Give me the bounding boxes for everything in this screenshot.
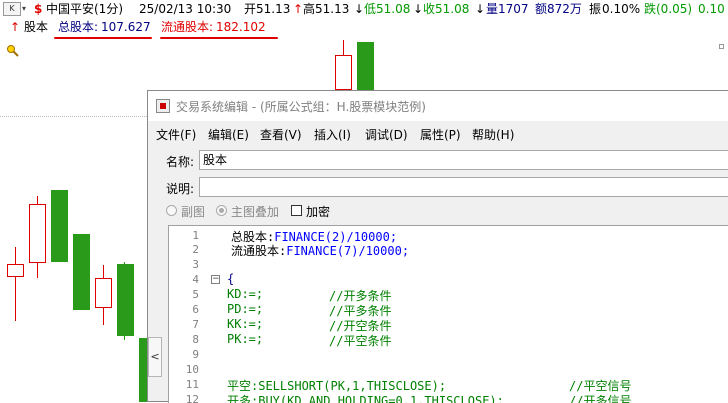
high-label: 高 — [303, 2, 316, 16]
subchart-label: 副图 — [181, 205, 206, 219]
volume-label: 量 — [486, 2, 499, 16]
quote-bar: K ▾ $ 中国平安(1分) 25/02/13 10:30 开 51.13 ↑ … — [0, 0, 728, 18]
code-line: PD:=; — [227, 302, 264, 316]
chart-marker — [719, 44, 724, 49]
code-comment: //平空条件 — [329, 334, 392, 348]
dialog-title: 交易系统编辑 - (所属公式组：H.股票模块范例) — [176, 100, 426, 114]
line-number: 6 — [192, 303, 199, 316]
indicator-bar: ↑ 股本 总股本: 107.627 流通股本: 182.102 — [0, 18, 728, 36]
candle-down — [357, 42, 374, 90]
price-guide-line — [0, 116, 147, 117]
line-number: 2 — [192, 243, 199, 256]
code-line: PK:=; — [227, 332, 264, 346]
overlay-label: 主图叠加 — [231, 205, 280, 219]
code-comment: //开多信号 — [569, 394, 632, 403]
code-line: KK:=; — [227, 317, 264, 331]
amount-label: 额 — [535, 2, 548, 16]
line-number: 4 — [192, 273, 199, 286]
close-label: 收 — [423, 2, 436, 16]
name-label: 名称: — [166, 155, 195, 169]
name-input[interactable]: 股本 — [199, 150, 728, 170]
menu-file[interactable]: 文件(F) — [156, 126, 196, 143]
low-value: 51.08 — [376, 2, 411, 16]
amplitude-label: 振 — [589, 2, 602, 16]
fold-toggle-icon[interactable]: − — [211, 275, 220, 284]
amount-value: 872万 — [547, 2, 582, 16]
candle-down — [117, 264, 134, 336]
line-number: 5 — [192, 288, 199, 301]
code-line: 开多:BUY(KD AND HOLDING=0,1,THISCLOSE); — [227, 394, 504, 403]
app-icon — [156, 99, 170, 113]
float-shares-label: 流通股本: — [161, 20, 214, 34]
title-bar[interactable]: 交易系统编辑 - (所属公式组：H.股票模块范例) — [148, 91, 728, 121]
total-shares-value: 107.627 — [101, 20, 151, 34]
up-arrow-icon: ↑ — [10, 20, 21, 34]
candle-down — [51, 190, 68, 262]
change-pct: 0.10 — [698, 2, 725, 16]
period-toggle-button[interactable]: K — [3, 2, 21, 16]
open-value: 51.13 — [256, 2, 291, 16]
volume-value: 1707 — [498, 2, 529, 16]
change-label: 跌 — [644, 2, 657, 16]
amplitude-value: 0.10% — [602, 2, 641, 16]
code-line: { — [227, 272, 235, 286]
bar-datetime: 25/02/13 10:30 — [139, 2, 232, 16]
stock-name: 中国平安(1分) — [46, 2, 123, 16]
menu-properties[interactable]: 属性(P) — [420, 126, 461, 143]
up-arrow-icon: ↑ — [293, 2, 304, 16]
line-number: 11 — [185, 378, 199, 391]
subchart-radio[interactable] — [166, 205, 177, 216]
line-number: 7 — [192, 318, 199, 331]
description-input[interactable] — [199, 177, 728, 197]
chevron-down-icon[interactable]: ▾ — [22, 0, 26, 18]
encrypt-checkbox[interactable] — [291, 205, 302, 216]
formula-editor-dialog: 交易系统编辑 - (所属公式组：H.股票模块范例) 文件(F) 编辑(E) 查看… — [147, 90, 728, 403]
down-arrow-icon: ↓ — [354, 2, 365, 16]
menu-insert[interactable]: 插入(I) — [314, 126, 351, 143]
line-number: 9 — [192, 348, 199, 361]
candle-up — [335, 55, 352, 90]
line-number: 3 — [192, 258, 199, 271]
candle-wick — [15, 247, 16, 321]
encrypt-label: 加密 — [306, 205, 331, 219]
close-value: 51.08 — [435, 2, 470, 16]
magnifier-icon[interactable] — [6, 44, 20, 58]
high-value: 51.13 — [315, 2, 350, 16]
line-number: 8 — [192, 333, 199, 346]
menu-debug[interactable]: 调试(D) — [365, 126, 408, 143]
menu-view[interactable]: 查看(V) — [260, 126, 302, 143]
annotation-underline — [160, 37, 278, 39]
candle-up — [7, 264, 24, 277]
down-arrow-icon: ↓ — [475, 2, 486, 16]
open-label: 开 — [244, 2, 257, 16]
menu-edit[interactable]: 编辑(E) — [208, 126, 249, 143]
line-number: 1 — [192, 229, 199, 242]
overlay-radio[interactable] — [216, 205, 227, 216]
menu-help[interactable]: 帮助(H) — [472, 126, 514, 143]
code-editor[interactable]: 1 总股本:FINANCE(2)/10000; 2 流通股本:FINANCE(7… — [168, 225, 728, 403]
change-value: (0.05) — [656, 2, 693, 16]
annotation-underline — [54, 37, 152, 39]
indicator-name[interactable]: 股本 — [24, 18, 48, 36]
candle-down — [73, 234, 90, 310]
collapse-panel-button[interactable]: < — [148, 337, 162, 377]
low-label: 低 — [364, 2, 377, 16]
float-shares-value: 182.102 — [216, 20, 266, 34]
candle-up — [95, 278, 112, 308]
menu-bar: 文件(F) 编辑(E) 查看(V) 插入(I) 调试(D) 属性(P) 帮助(H… — [148, 124, 728, 144]
candle-up — [29, 204, 46, 263]
line-number: 10 — [185, 363, 199, 376]
total-shares-label: 总股本: — [58, 20, 99, 34]
down-arrow-icon: ↓ — [413, 2, 424, 16]
code-line: 流通股本:FINANCE(7)/10000; — [231, 244, 410, 258]
description-label: 说明: — [166, 182, 195, 196]
symbol-marker: $ — [34, 2, 43, 16]
code-line: KD:=; — [227, 287, 264, 301]
